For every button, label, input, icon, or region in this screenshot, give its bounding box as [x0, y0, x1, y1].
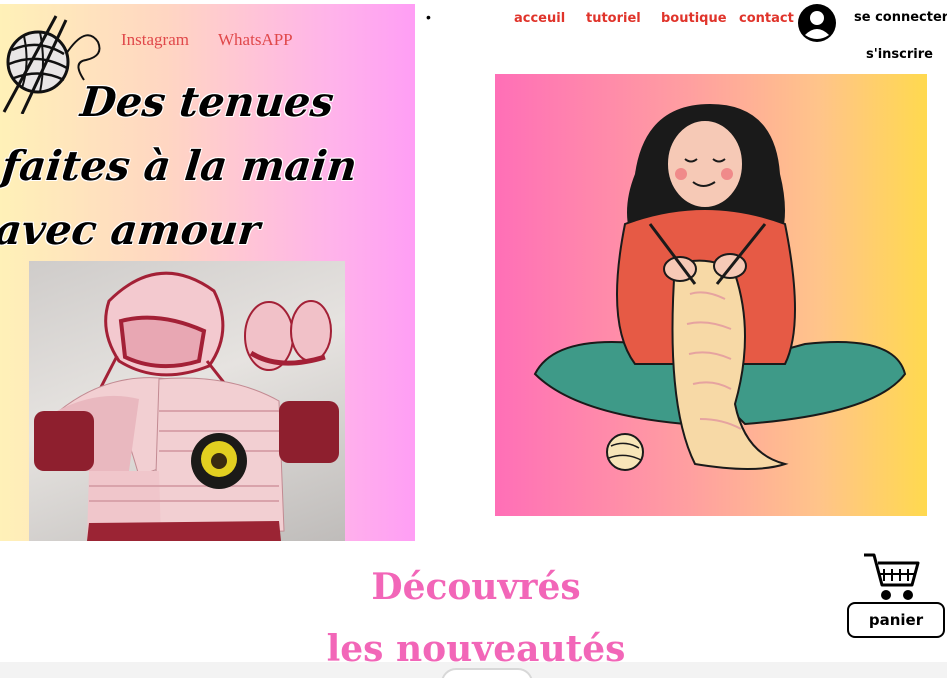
nav-boutique-link[interactable]: boutique — [661, 11, 727, 26]
nav-contact-link[interactable]: contact — [739, 11, 794, 26]
hero-title-line-2: faites à la main — [0, 142, 360, 190]
cart-button[interactable]: panier — [847, 602, 945, 638]
hero-title-line-1: Des tenues — [78, 78, 337, 126]
shopping-cart-icon[interactable] — [862, 551, 920, 603]
nav-accueil-link[interactable]: acceuil — [514, 11, 565, 26]
crochet-outfit-illustration — [34, 271, 339, 541]
instagram-link[interactable]: Instagram — [121, 30, 189, 50]
discover-title-line-1: Découvrés — [371, 566, 581, 608]
nav-bullet: • — [426, 9, 431, 25]
register-link[interactable]: s'inscrire — [866, 47, 933, 62]
whatsapp-link[interactable]: WhatsAPP — [218, 30, 293, 50]
hero-title-line-3: avec amour — [0, 206, 263, 254]
login-link[interactable]: se connecter — [854, 10, 947, 25]
crochet-baby-outfit-photo — [29, 261, 345, 541]
hero-panel: Instagram WhatsAPP Des tenues faites à l… — [0, 4, 415, 541]
knitting-woman-illustration — [495, 74, 927, 516]
hero-title: Des tenues faites à la main avec amour — [0, 70, 412, 262]
discover-title: Découvrés les nouveautés — [250, 556, 702, 678]
nav-tutoriel-link[interactable]: tutoriel — [586, 11, 641, 26]
user-avatar-icon[interactable] — [797, 3, 837, 43]
knitting-woman-drawing — [533, 104, 907, 471]
scroll-pill-button[interactable] — [441, 668, 533, 678]
